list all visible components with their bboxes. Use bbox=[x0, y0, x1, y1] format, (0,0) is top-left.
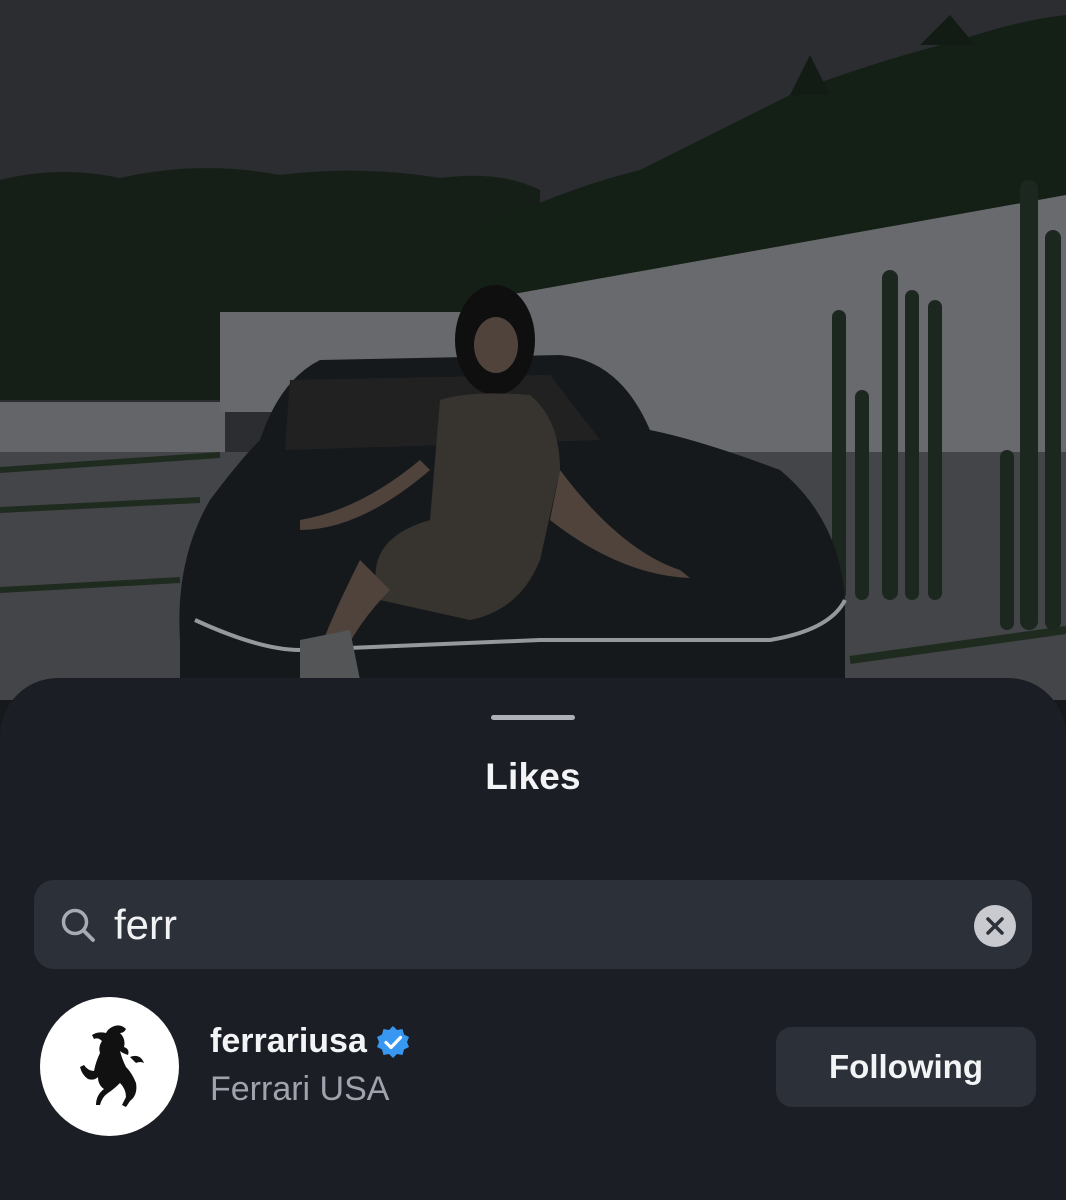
sheet-title: Likes bbox=[485, 756, 581, 797]
likes-sheet: Likes ferrariusa bbox=[0, 678, 1066, 1200]
search-input[interactable] bbox=[114, 880, 954, 969]
avatar[interactable] bbox=[40, 997, 179, 1136]
prancing-horse-logo bbox=[80, 1025, 144, 1107]
username[interactable]: ferrariusa bbox=[210, 1022, 367, 1061]
clear-icon bbox=[986, 917, 1004, 935]
following-button[interactable]: Following bbox=[776, 1027, 1036, 1107]
sheet-grabber[interactable] bbox=[491, 715, 575, 720]
user-row[interactable]: ferrariusa Ferrari USA Following bbox=[0, 994, 1066, 1138]
post-photo bbox=[0, 0, 1066, 700]
username-wrap: ferrariusa bbox=[210, 1022, 411, 1061]
search-bar[interactable] bbox=[34, 880, 1032, 969]
search-icon bbox=[61, 908, 95, 942]
full-name: Ferrari USA bbox=[210, 1070, 390, 1108]
verified-badge-icon bbox=[376, 1025, 409, 1058]
clear-search-button[interactable] bbox=[974, 905, 1016, 947]
